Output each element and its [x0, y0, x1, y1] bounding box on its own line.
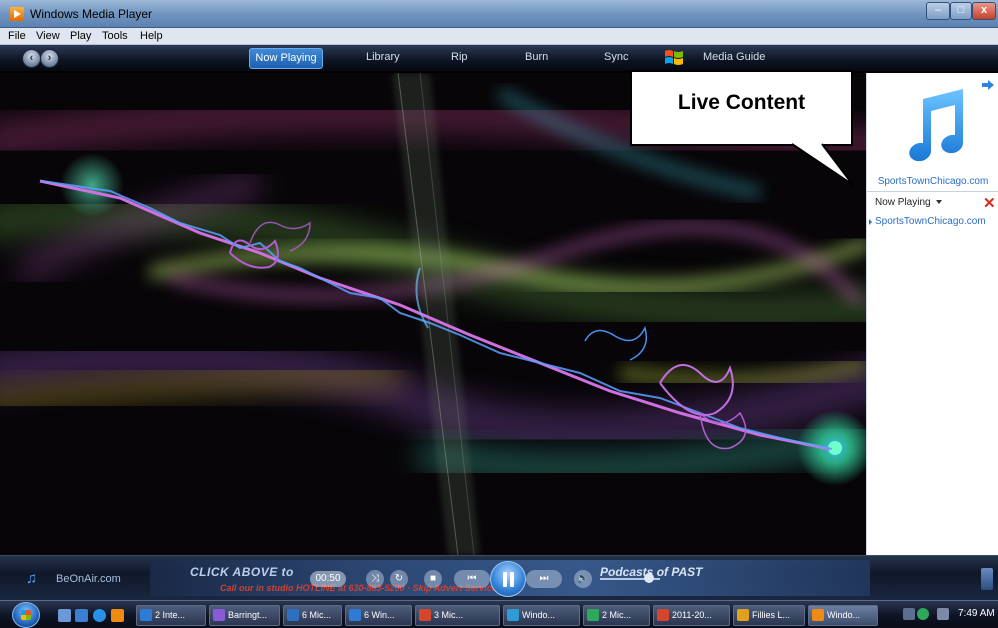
forward-button[interactable]: ›	[40, 49, 59, 68]
minimize-button[interactable]: –	[926, 2, 950, 20]
transport-bar: CLICK ABOVE to Call our in studio HOTLIN…	[0, 555, 998, 600]
volume-knob[interactable]	[644, 573, 654, 583]
nav-bar: ‹ › Now Playing Library Rip Burn Sync Me…	[0, 45, 998, 72]
tab-sync[interactable]: Sync	[604, 51, 628, 63]
previous-button[interactable]: ⏮	[454, 570, 490, 588]
source-name[interactable]: SportsTownChicago.com	[867, 176, 998, 187]
stop-button[interactable]: ■	[424, 570, 442, 588]
start-button[interactable]	[12, 602, 40, 628]
menu-bar: File View Play Tools Help	[0, 28, 998, 45]
tab-now-playing[interactable]: Now Playing	[249, 48, 323, 69]
music-note-icon	[909, 89, 964, 162]
security-icon[interactable]	[917, 608, 929, 620]
media-player-icon	[10, 7, 24, 21]
internet-explorer-icon[interactable]	[93, 609, 106, 622]
menu-file[interactable]: File	[8, 30, 26, 42]
clock[interactable]: 7:49 AM	[958, 608, 995, 619]
tab-rip[interactable]: Rip	[451, 51, 468, 63]
taskbar-task-button[interactable]: 6 Mic...	[283, 605, 342, 626]
repeat-button[interactable]: ↻	[390, 570, 408, 588]
title-bar[interactable]: Windows Media Player – □ x	[0, 0, 998, 28]
tab-burn[interactable]: Burn	[525, 51, 548, 63]
taskbar-task-button[interactable]: 3 Mic...	[415, 605, 500, 626]
clear-list-icon[interactable]: ✕	[983, 194, 996, 212]
station-name: BeOnAir.com	[56, 573, 121, 585]
taskbar-task-button[interactable]: 2011-20...	[653, 605, 730, 626]
media-player-quicklaunch-icon[interactable]	[111, 609, 124, 622]
chevron-down-icon	[935, 200, 942, 205]
close-button[interactable]: x	[972, 2, 996, 20]
window-title: Windows Media Player	[30, 7, 153, 21]
switch-windows-icon[interactable]	[75, 609, 88, 622]
back-button[interactable]: ‹	[22, 49, 41, 68]
taskbar-task-button[interactable]: 6 Win...	[345, 605, 412, 626]
next-button[interactable]: ⏭	[526, 570, 562, 588]
taskbar-task-button[interactable]: Fillies L...	[733, 605, 805, 626]
elapsed-time: 00:50	[310, 571, 346, 587]
taskbar-task-button[interactable]: Windo...	[503, 605, 580, 626]
menu-view[interactable]: View	[36, 30, 60, 42]
now-playing-note-icon: ♫	[26, 570, 38, 587]
volume-icon[interactable]	[937, 608, 949, 620]
pane-divider	[867, 191, 998, 192]
list-pane: SportsTownChicago.com Now Playing ✕ Spor…	[866, 73, 998, 555]
taskbar-task-button[interactable]: 2 Mic...	[583, 605, 650, 626]
maximize-button[interactable]: □	[950, 2, 972, 20]
media-player-window: Windows Media Player – □ x File View Pla…	[0, 0, 998, 628]
mute-button[interactable]: 🔈	[574, 570, 592, 588]
now-playing-dropdown[interactable]: Now Playing	[875, 197, 942, 208]
taskbar-task-button[interactable]: Windo...	[808, 605, 878, 626]
show-desktop-icon[interactable]	[58, 609, 71, 622]
playlist-item[interactable]: SportsTownChicago.com	[869, 216, 986, 227]
tab-library[interactable]: Library	[366, 51, 400, 63]
pause-button[interactable]	[490, 561, 526, 597]
pane-arrow-icon[interactable]	[981, 79, 995, 91]
menu-tools[interactable]: Tools	[102, 30, 128, 42]
network-icon[interactable]	[903, 608, 915, 620]
tab-media-guide[interactable]: Media Guide	[703, 51, 765, 63]
windows-logo-icon	[665, 50, 683, 65]
taskbar-task-button[interactable]: 2 Inte...	[136, 605, 206, 626]
menu-help[interactable]: Help	[140, 30, 163, 42]
shuffle-button[interactable]: ⤨	[366, 570, 384, 588]
menu-play[interactable]: Play	[70, 30, 91, 42]
taskbar-task-button[interactable]: Barringt...	[209, 605, 280, 626]
callout-text: Live Content	[677, 91, 806, 114]
taskbar: 2 Inte... Barringt... 6 Mic... 6 Win... 3 Mi…	[0, 600, 998, 628]
ad-text-primary: CLICK ABOVE to	[190, 565, 294, 579]
live-content-callout: Live Content	[630, 70, 853, 146]
switch-to-compact-button[interactable]	[981, 568, 993, 590]
